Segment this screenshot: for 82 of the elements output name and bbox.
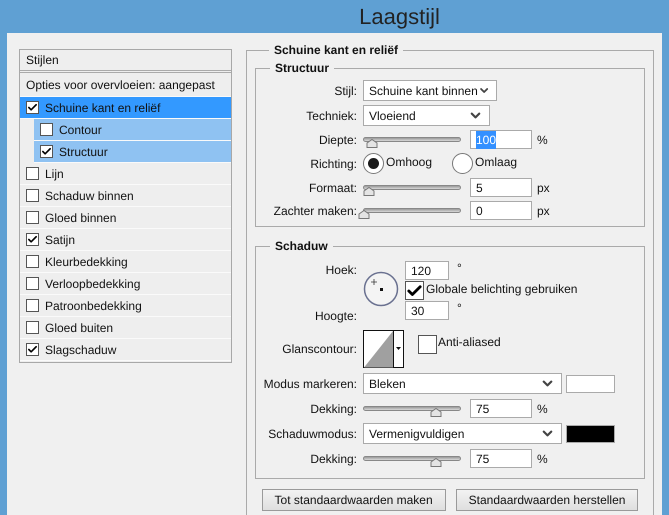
- style-item[interactable]: Verloopbedekking: [20, 273, 231, 295]
- unit-label: %: [537, 450, 548, 468]
- color-swatch[interactable]: [566, 374, 615, 392]
- field-label: Dekking:: [309, 450, 357, 468]
- check-icon: [41, 146, 52, 157]
- number-input[interactable]: 5: [470, 178, 532, 197]
- unit-label: px: [537, 202, 550, 220]
- field-label: Techniek:: [305, 108, 357, 124]
- unit-label: px: [537, 180, 550, 196]
- radio-label: Omlaag: [475, 154, 518, 170]
- dropdown[interactable]: Schuine kant binnen: [363, 80, 497, 101]
- checkbox[interactable]: [26, 277, 39, 290]
- section-title: Schaduw: [274, 238, 329, 255]
- checkbox[interactable]: [26, 189, 39, 202]
- style-item[interactable]: Contour: [34, 119, 231, 141]
- field-label: Zachter maken:: [272, 202, 357, 220]
- style-item[interactable]: Schaduw binnen: [20, 185, 231, 207]
- checkbox[interactable]: [40, 145, 53, 158]
- checkbox[interactable]: [40, 123, 53, 136]
- style-item[interactable]: Structuur: [34, 141, 231, 163]
- dropdown[interactable]: Bleken: [363, 373, 562, 394]
- style-item[interactable]: Kleurbedekking: [20, 251, 231, 273]
- color-swatch[interactable]: [566, 424, 615, 442]
- style-item[interactable]: Schuine kant en reliëf: [20, 97, 231, 119]
- section-title: Schuine kant en reliëf: [273, 42, 400, 59]
- checkbox[interactable]: [405, 281, 424, 300]
- field-label: Schaduwmodus:: [267, 426, 357, 442]
- field-label: Formaat:: [308, 180, 357, 196]
- checkbox-label: Anti-aliased: [438, 334, 501, 351]
- style-item[interactable]: Patroonbedekking: [20, 295, 231, 317]
- number-input[interactable]: 75: [470, 399, 532, 418]
- slider-thumb[interactable]: [362, 187, 375, 196]
- field-label: Hoek:: [326, 262, 357, 279]
- altitude-input[interactable]: 30: [405, 301, 449, 320]
- checkbox[interactable]: [418, 335, 437, 354]
- style-item[interactable]: Slagschaduw: [20, 339, 231, 361]
- field-label: Hoogte:: [314, 308, 357, 325]
- style-item[interactable]: Gloed buiten: [20, 317, 231, 339]
- list-header: Stijlen: [26, 52, 59, 69]
- field-label: Stijl:: [333, 82, 357, 100]
- checkbox[interactable]: [26, 343, 39, 356]
- number-input[interactable]: 75: [470, 449, 532, 468]
- field-label: Diepte:: [318, 132, 357, 148]
- radio-button[interactable]: [452, 153, 474, 174]
- checkbox[interactable]: [26, 255, 39, 268]
- default-button[interactable]: Tot standaardwaarden maken: [262, 489, 446, 511]
- window-title: Laagstijl: [359, 3, 440, 31]
- unit-label: %: [537, 132, 548, 148]
- angle-input[interactable]: 120: [405, 261, 449, 280]
- style-item[interactable]: Satijn: [20, 229, 231, 251]
- section-title: Structuur: [274, 60, 330, 77]
- checkbox[interactable]: [26, 321, 39, 334]
- angle-dial[interactable]: [363, 271, 399, 307]
- radio-button[interactable]: [363, 153, 384, 174]
- field-label: Glanscontour:: [281, 341, 357, 358]
- checkbox[interactable]: [26, 101, 39, 114]
- contour-picker[interactable]: [363, 330, 404, 368]
- unit-label: °: [457, 300, 462, 317]
- unit-label: %: [537, 400, 548, 418]
- slider-thumb[interactable]: [430, 408, 442, 417]
- default-button[interactable]: Standaardwaarden herstellen: [456, 489, 638, 511]
- style-item[interactable]: Gloed binnen: [20, 207, 231, 229]
- check-icon: [27, 344, 38, 355]
- check-icon: [27, 234, 38, 245]
- check-icon: [27, 102, 38, 113]
- checkbox-label: Globale belichting gebruiken: [426, 281, 578, 298]
- checkbox[interactable]: [26, 299, 39, 312]
- checkbox[interactable]: [26, 211, 39, 224]
- number-input[interactable]: 0: [470, 201, 532, 220]
- radio-label: Omhoog: [386, 154, 432, 170]
- dropdown[interactable]: Vloeiend: [363, 105, 490, 126]
- field-label: Richting:: [309, 156, 357, 172]
- style-item[interactable]: Lijn: [20, 163, 231, 185]
- dropdown[interactable]: Vermenigvuldigen: [363, 423, 562, 444]
- checkbox[interactable]: [26, 167, 39, 180]
- slider-thumb[interactable]: [430, 458, 442, 467]
- unit-label: °: [457, 260, 462, 277]
- field-label: Dekking:: [309, 400, 357, 418]
- checkbox[interactable]: [26, 233, 39, 246]
- field-label: Modus markeren:: [262, 376, 357, 392]
- slider-thumb[interactable]: [366, 139, 378, 148]
- slider-thumb[interactable]: [358, 210, 370, 219]
